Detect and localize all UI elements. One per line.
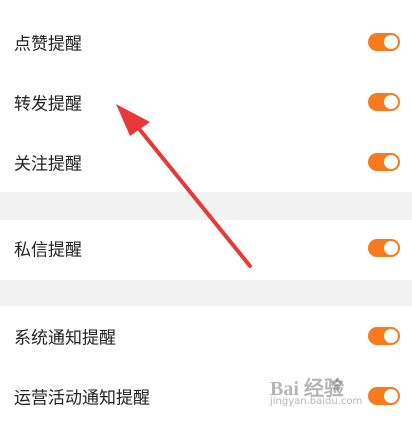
setting-label-system: 系统通知提醒: [14, 328, 116, 349]
toggle-likes[interactable]: [368, 33, 400, 51]
setting-label-messages: 私信提醒: [14, 240, 82, 261]
toggle-knob: [384, 35, 398, 49]
setting-label-reposts: 转发提醒: [14, 94, 82, 115]
setting-row-system: 系统通知提醒: [0, 308, 412, 364]
watermark-url: jingyan.baidu.com: [270, 396, 363, 407]
setting-row-messages: 私信提醒: [0, 220, 412, 276]
section-divider: [0, 192, 412, 220]
setting-row-reposts: 转发提醒: [0, 74, 412, 130]
watermark: Bai 经验 jingyan.baidu.com: [266, 372, 406, 412]
setting-label-campaigns: 运营活动通知提醒: [14, 388, 150, 409]
setting-label-likes: 点赞提醒: [14, 34, 82, 55]
toggle-messages[interactable]: [368, 239, 400, 257]
setting-label-follows: 关注提醒: [14, 154, 82, 175]
setting-row-follows: 关注提醒: [0, 134, 412, 190]
section-divider: [0, 280, 412, 306]
toggle-knob: [384, 95, 398, 109]
toggle-follows[interactable]: [368, 153, 400, 171]
setting-row-likes: 点赞提醒: [0, 14, 412, 70]
toggle-knob: [384, 155, 398, 169]
notification-settings-screen: 点赞提醒 转发提醒 关注提醒 私信提醒 系统通知提醒 运营活动通知提醒 Bai …: [0, 0, 412, 424]
toggle-knob: [384, 241, 398, 255]
toggle-system[interactable]: [368, 327, 400, 345]
toggle-reposts[interactable]: [368, 93, 400, 111]
toggle-knob: [384, 329, 398, 343]
paw-icon: [331, 378, 343, 391]
